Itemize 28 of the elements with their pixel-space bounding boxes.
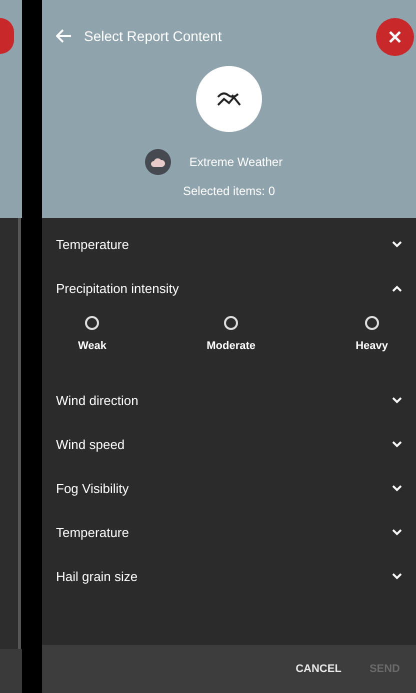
chevron-down-icon <box>392 572 402 580</box>
section-header[interactable]: Wind direction <box>42 378 416 422</box>
close-button[interactable] <box>376 18 414 56</box>
section-header[interactable]: Temperature <box>42 222 416 266</box>
option-label: Weak <box>78 340 107 352</box>
close-icon <box>389 31 401 43</box>
footer-button[interactable]: CANCEL <box>286 655 352 683</box>
radio-button[interactable] <box>85 316 100 330</box>
option-label: Moderate <box>206 340 256 352</box>
selected-count: Selected items: 0 <box>182 184 276 198</box>
chevron-up-icon <box>392 284 402 292</box>
option-label: Heavy <box>356 340 388 352</box>
section-header[interactable]: Hail grain size <box>42 554 416 598</box>
dialog-title: Select Report Content <box>84 28 222 44</box>
section-header[interactable]: Fog Visibility <box>42 466 416 510</box>
category-label: Extreme Weather <box>189 155 283 169</box>
section-header[interactable]: Wind speed <box>42 422 416 466</box>
chevron-down-icon <box>392 440 402 448</box>
section-header[interactable]: Precipitation intensity <box>42 266 416 310</box>
chevron-down-icon <box>392 240 402 248</box>
chevron-down-icon <box>392 396 402 404</box>
section-header[interactable]: Temperature <box>42 510 416 554</box>
chevron-down-icon <box>392 528 402 536</box>
radio-button[interactable] <box>364 316 379 330</box>
chevron-down-icon <box>392 484 402 492</box>
radio-button[interactable] <box>224 316 238 330</box>
back-arrow-icon[interactable] <box>56 29 72 43</box>
cloud-icon <box>145 149 172 175</box>
